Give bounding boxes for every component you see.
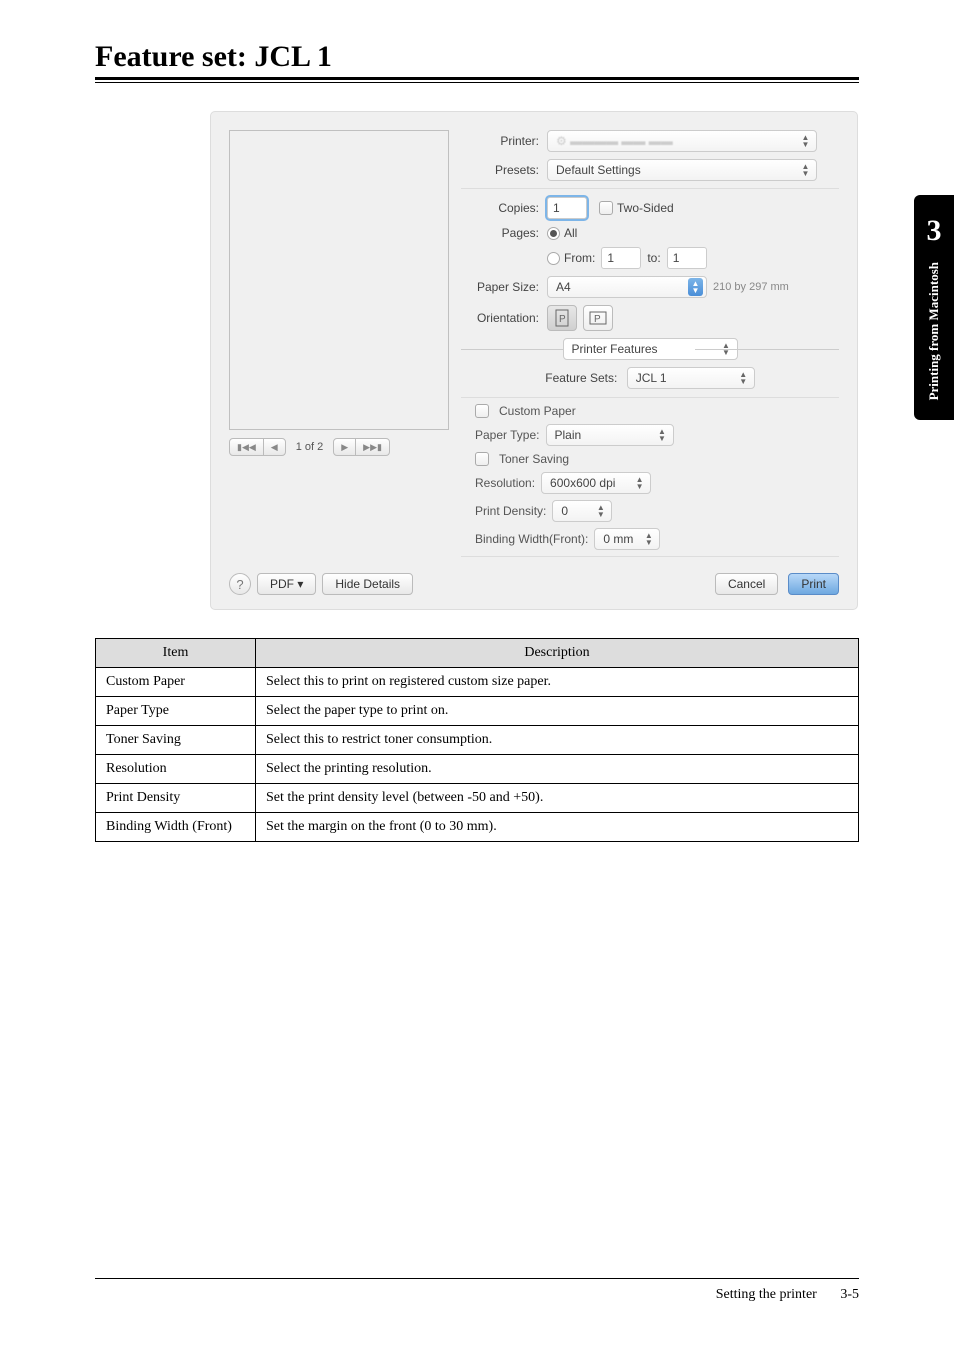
two-sided-label: Two-Sided [617, 201, 674, 215]
binding-width-select[interactable]: 0 mm ▲▼ [594, 528, 660, 550]
svg-text:P: P [594, 314, 601, 325]
footer-section: Setting the printer [716, 1287, 817, 1302]
resolution-value: 600x600 dpi [550, 476, 615, 490]
preview-border [229, 130, 449, 430]
prev-icon: ◀ [263, 439, 285, 455]
page-footer: Setting the printer 3-5 [95, 1278, 859, 1303]
print-density-value: 0 [561, 504, 568, 518]
copies-label: Copies: [461, 201, 547, 215]
section-value: Printer Features [572, 342, 658, 356]
from-input[interactable]: 1 [601, 247, 641, 269]
paper-dims: 210 by 297 mm [713, 281, 789, 293]
two-sided-checkbox[interactable] [599, 201, 613, 215]
paper-size-select[interactable]: A4 ▲▼ [547, 276, 707, 298]
paper-size-label: Paper Size: [461, 280, 547, 294]
toner-saving-checkbox[interactable] [475, 452, 489, 466]
chevron-updown-icon: ▲▼ [655, 428, 670, 442]
pager-text: 1 of 2 [296, 441, 324, 453]
resolution-label: Resolution: [475, 476, 535, 490]
toner-saving-label: Toner Saving [499, 452, 569, 466]
printer-select[interactable]: ⚙ ▬▬▬▬ ▬▬ ▬▬ ▲▼ [547, 130, 817, 152]
chevron-updown-icon: ▲▼ [688, 278, 703, 296]
portrait-button[interactable]: P [547, 305, 577, 331]
print-density-select[interactable]: 0 ▲▼ [552, 500, 612, 522]
th-desc: Description [256, 639, 859, 668]
table-row: ResolutionSelect the printing resolution… [96, 755, 859, 784]
table-row: Custom PaperSelect this to print on regi… [96, 668, 859, 697]
presets-value: Default Settings [556, 163, 641, 177]
section-select[interactable]: Printer Features ▲▼ [563, 338, 738, 360]
info-table: Item Description Custom PaperSelect this… [95, 638, 859, 842]
paper-type-select[interactable]: Plain ▲▼ [546, 424, 674, 446]
feature-sets-select[interactable]: JCL 1 ▲▼ [627, 367, 755, 389]
printer-label: Printer: [461, 134, 547, 148]
th-item: Item [96, 639, 256, 668]
chapter-number: 3 [927, 214, 942, 248]
table-row: Binding Width (Front)Set the margin on t… [96, 813, 859, 842]
pages-range-radio[interactable] [547, 252, 560, 265]
table-row: Toner SavingSelect this to restrict tone… [96, 726, 859, 755]
pages-all-label: All [564, 226, 577, 240]
chevron-updown-icon: ▲▼ [719, 342, 734, 356]
custom-paper-checkbox[interactable] [475, 404, 489, 418]
chapter-tab: 3 Printing from Macintosh [914, 195, 954, 420]
paper-type-value: Plain [555, 428, 582, 442]
next-icon: ▶ [334, 439, 355, 455]
to-label: to: [647, 251, 660, 265]
chevron-updown-icon: ▲▼ [736, 371, 751, 385]
prev-buttons[interactable]: ▮◀◀◀ [229, 438, 286, 456]
chevron-updown-icon: ▲▼ [641, 532, 656, 546]
binding-width-value: 0 mm [603, 532, 633, 546]
landscape-button[interactable]: P [583, 305, 613, 331]
hide-details-button[interactable]: Hide Details [322, 573, 413, 595]
chevron-updown-icon: ▲▼ [632, 476, 647, 490]
cancel-button[interactable]: Cancel [715, 573, 778, 595]
landscape-icon: P [589, 311, 607, 325]
next-buttons[interactable]: ▶▶▶▮ [333, 438, 390, 456]
copies-input[interactable]: 1 [547, 197, 587, 219]
portrait-icon: P [555, 309, 569, 327]
orientation-label: Orientation: [461, 311, 547, 325]
first-icon: ▮◀◀ [230, 439, 263, 455]
table-row: Paper TypeSelect the paper type to print… [96, 697, 859, 726]
from-label: From: [564, 251, 595, 265]
printer-value: ⚙ ▬▬▬▬ ▬▬ ▬▬ [556, 134, 673, 148]
resolution-select[interactable]: 600x600 dpi ▲▼ [541, 472, 651, 494]
preview-area [229, 130, 449, 430]
svg-text:P: P [559, 314, 566, 325]
pdf-button[interactable]: PDF ▾ [257, 573, 316, 595]
help-button[interactable]: ? [229, 573, 251, 595]
print-button[interactable]: Print [788, 573, 839, 595]
chevron-updown-icon: ▲▼ [798, 163, 813, 177]
feature-sets-label: Feature Sets: [545, 371, 617, 385]
feature-sets-value: JCL 1 [636, 371, 667, 385]
chapter-title: Printing from Macintosh [926, 262, 942, 400]
paper-type-label: Paper Type: [475, 428, 540, 442]
footer-page: 3-5 [840, 1287, 859, 1302]
page-heading: Feature set: JCL 1 [95, 40, 859, 74]
custom-paper-label: Custom Paper [499, 404, 576, 418]
print-density-label: Print Density: [475, 504, 546, 518]
paper-size-value: A4 [556, 280, 571, 294]
print-dialog: ▮◀◀◀ 1 of 2 ▶▶▶▮ Printer: ⚙ ▬▬▬▬ ▬▬ ▬▬ ▲… [210, 111, 858, 610]
heading-rule [95, 77, 859, 83]
last-icon: ▶▶▮ [355, 439, 389, 455]
presets-label: Presets: [461, 163, 547, 177]
chevron-updown-icon: ▲▼ [593, 504, 608, 518]
binding-width-label: Binding Width(Front): [475, 532, 588, 546]
to-input[interactable]: 1 [667, 247, 707, 269]
table-row: Print DensitySet the print density level… [96, 784, 859, 813]
presets-select[interactable]: Default Settings ▲▼ [547, 159, 817, 181]
pages-all-radio[interactable] [547, 227, 560, 240]
chevron-updown-icon: ▲▼ [798, 134, 813, 148]
pages-label: Pages: [461, 226, 547, 240]
